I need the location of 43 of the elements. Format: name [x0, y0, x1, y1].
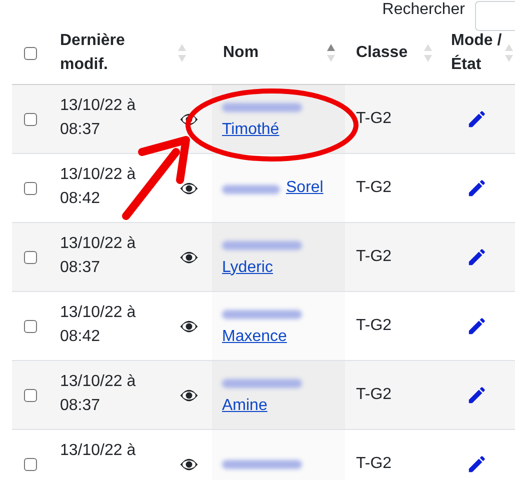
student-link[interactable]: Timothé: [222, 118, 280, 142]
class-cell-text: T-G2: [355, 454, 393, 474]
pencil-icon[interactable]: [467, 386, 486, 404]
date-cell-text: 13/10/22 à 08:37: [60, 96, 137, 140]
pencil-icon[interactable]: [467, 248, 486, 266]
date-cell-text: 13/10/22 à 08:37: [60, 234, 137, 278]
eye-icon[interactable]: [178, 388, 198, 402]
student-link[interactable]: Amine: [222, 394, 268, 418]
column-header[interactable]: Classe: [356, 41, 408, 65]
eye-icon[interactable]: [178, 320, 198, 332]
checkbox[interactable]: [24, 250, 36, 264]
checkbox[interactable]: [24, 182, 36, 194]
class-cell-text: T-G2: [355, 178, 393, 198]
checkbox[interactable]: [24, 388, 36, 402]
eye-icon[interactable]: [178, 182, 198, 194]
class-cell-text: T-G2: [355, 385, 393, 405]
checkbox[interactable]: [24, 112, 36, 126]
search-label: Rechercher: [382, 1, 465, 19]
student-link[interactable]: Lyderic: [222, 256, 273, 280]
pencil-icon[interactable]: [467, 178, 486, 198]
checkbox[interactable]: [24, 458, 36, 470]
class-cell-text: T-G2: [355, 109, 393, 129]
class-cell-text: T-G2: [355, 247, 393, 267]
column-header[interactable]: Dernière modif.: [60, 29, 135, 77]
eye-icon[interactable]: [178, 458, 198, 470]
pencil-icon[interactable]: [467, 454, 486, 474]
search-field[interactable]: [475, 1, 515, 31]
student-link[interactable]: Sorel: [286, 176, 324, 200]
blurred-text: [222, 185, 280, 194]
pencil-icon[interactable]: [467, 110, 486, 128]
class-cell-text: T-G2: [355, 316, 393, 336]
date-cell-text: 13/10/22 à 08:42: [60, 303, 137, 347]
date-cell-text: 13/10/22 à 08:37: [60, 372, 137, 416]
column-header[interactable]: Nom: [223, 41, 259, 65]
sort-icon[interactable]: [327, 43, 335, 63]
date-cell-text: 13/10/22 à: [60, 441, 137, 461]
date-cell-text: 13/10/22 à 08:42: [60, 165, 137, 209]
column-header[interactable]: Mode / État: [451, 29, 503, 77]
checkbox[interactable]: [24, 320, 36, 332]
checkbox[interactable]: [24, 46, 36, 60]
eye-icon[interactable]: [178, 250, 198, 264]
student-link[interactable]: Maxence: [222, 324, 287, 348]
pencil-icon[interactable]: [467, 316, 486, 336]
